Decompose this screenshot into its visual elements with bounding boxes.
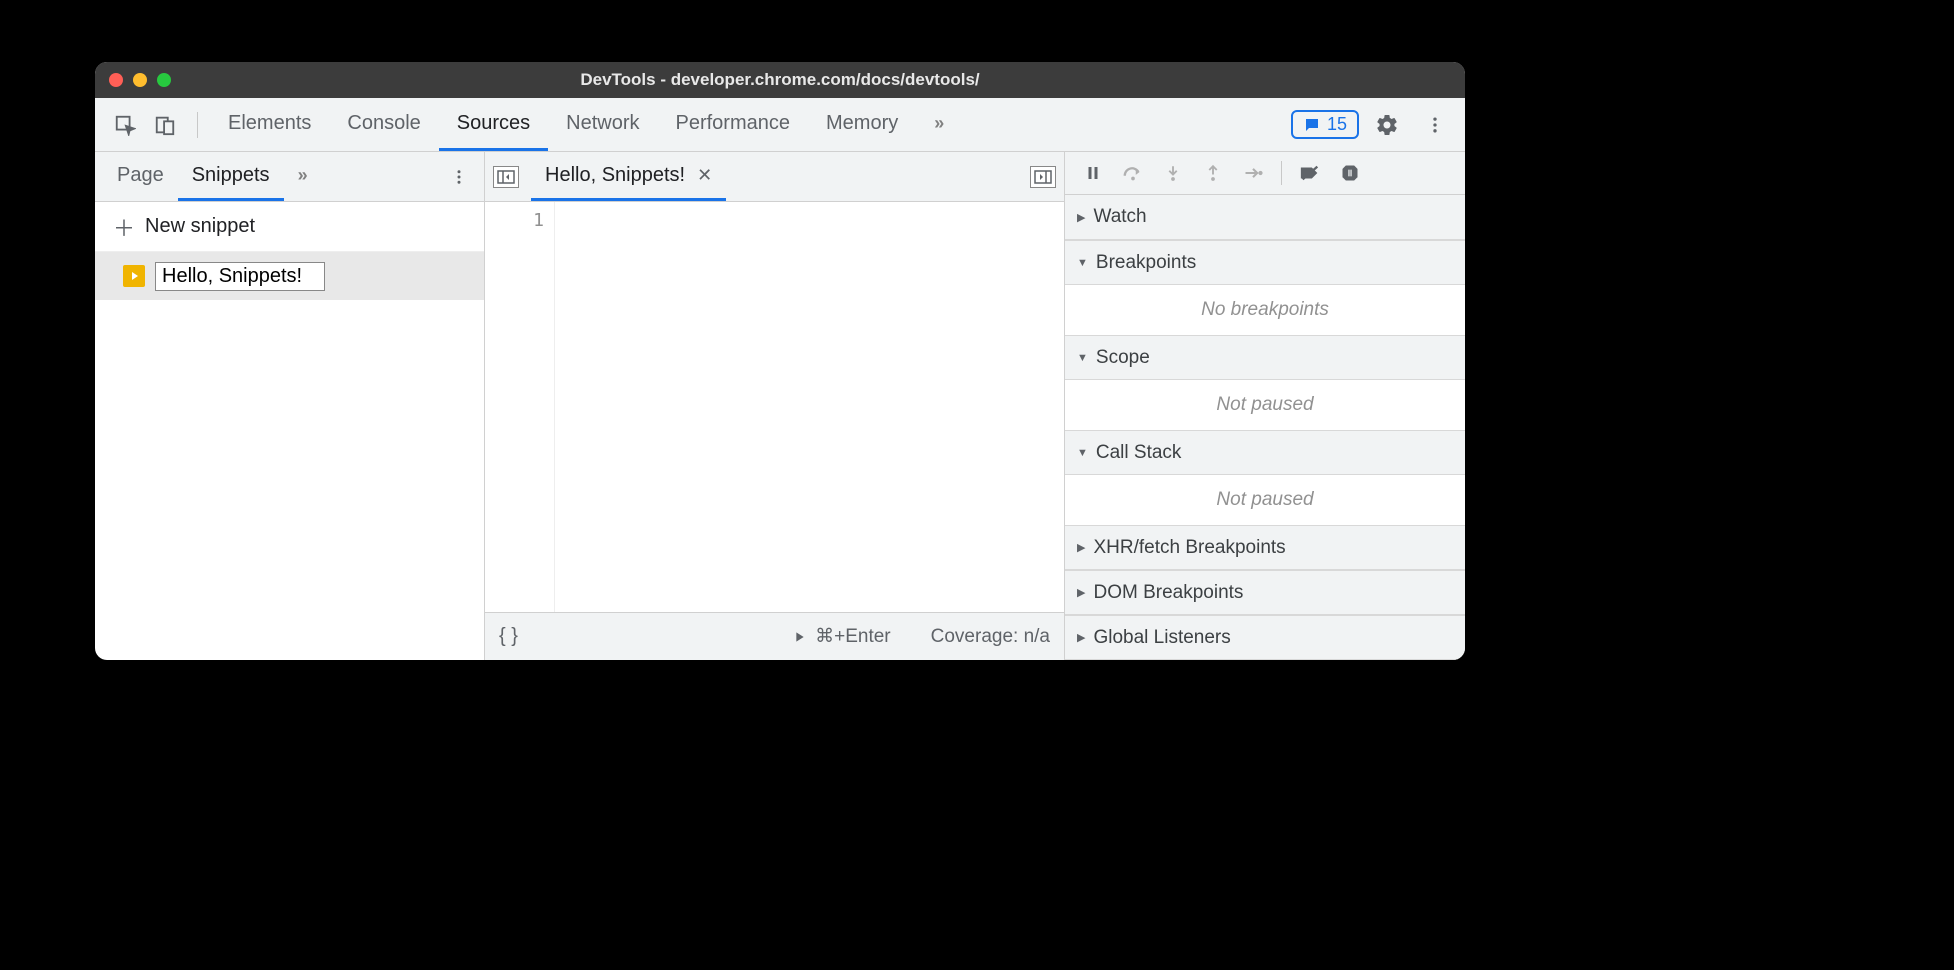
- tab-page[interactable]: Page: [103, 152, 178, 201]
- section-header-global-listeners[interactable]: ▶ Global Listeners: [1065, 615, 1465, 660]
- section-label: Global Listeners: [1093, 627, 1230, 649]
- tab-console[interactable]: Console: [329, 98, 438, 151]
- debugger-toolbar: [1065, 152, 1465, 195]
- editor-tab-title: Hello, Snippets!: [545, 164, 685, 187]
- snippet-file-icon: [123, 265, 145, 287]
- triangle-right-icon: ▶: [1077, 631, 1085, 644]
- separator: [1281, 161, 1282, 185]
- main-toolbar: Elements Console Sources Network Perform…: [95, 98, 1465, 152]
- snippet-list-item[interactable]: [95, 252, 484, 300]
- more-navigator-tabs-icon[interactable]: »: [284, 152, 319, 201]
- maximize-window-button[interactable]: [157, 73, 171, 87]
- panel-tabs: Elements Console Sources Network Perform…: [210, 98, 959, 151]
- window-title: DevTools - developer.chrome.com/docs/dev…: [95, 70, 1465, 90]
- run-shortcut-hint: ⌘+Enter: [815, 625, 891, 648]
- more-tabs-icon[interactable]: »: [916, 98, 959, 151]
- section-header-breakpoints[interactable]: ▼ Breakpoints: [1065, 240, 1465, 285]
- triangle-right-icon: ▶: [1077, 211, 1085, 224]
- line-gutter: 1: [485, 202, 555, 612]
- code-editor[interactable]: 1: [485, 202, 1064, 612]
- section-label: XHR/fetch Breakpoints: [1093, 537, 1285, 559]
- tab-sources[interactable]: Sources: [439, 98, 548, 151]
- navigator-kebab-icon[interactable]: [442, 164, 476, 190]
- debugger-pane: ▶ Watch ▼ Breakpoints No breakpoints ▼ Scope No…: [1065, 152, 1465, 660]
- editor-pane: Hello, Snippets! ✕ 1 { }: [485, 152, 1065, 660]
- window-controls: [109, 73, 171, 87]
- devtools-window: DevTools - developer.chrome.com/docs/dev…: [95, 62, 1465, 660]
- step-into-icon[interactable]: [1155, 158, 1191, 188]
- editor-tabbar: Hello, Snippets! ✕: [485, 152, 1064, 202]
- section-body: No breakpoints: [1065, 285, 1465, 335]
- section-label: Breakpoints: [1096, 252, 1196, 274]
- show-debugger-icon[interactable]: [1030, 166, 1056, 188]
- section-label: Scope: [1096, 347, 1150, 369]
- plus-icon: ＋: [113, 211, 135, 243]
- section-header-scope[interactable]: ▼ Scope: [1065, 335, 1465, 380]
- pretty-print-icon[interactable]: { }: [499, 625, 518, 648]
- tab-snippets[interactable]: Snippets: [178, 152, 284, 201]
- section-header-dom-breakpoints[interactable]: ▶ DOM Breakpoints: [1065, 570, 1465, 615]
- new-snippet-button[interactable]: ＋ New snippet: [95, 202, 484, 252]
- pause-icon[interactable]: [1075, 158, 1111, 188]
- titlebar: DevTools - developer.chrome.com/docs/dev…: [95, 62, 1465, 98]
- step-icon[interactable]: [1235, 158, 1271, 188]
- triangle-right-icon: ▶: [1077, 586, 1085, 599]
- section-body: Not paused: [1065, 475, 1465, 525]
- line-number: 1: [485, 210, 544, 231]
- editor-content[interactable]: [555, 202, 1064, 612]
- section-header-xhr-fetch-breakpoints[interactable]: ▶ XHR/fetch Breakpoints: [1065, 525, 1465, 570]
- device-toolbar-icon[interactable]: [149, 109, 181, 141]
- inspect-element-icon[interactable]: [109, 109, 141, 141]
- console-messages-badge[interactable]: 15: [1291, 110, 1359, 139]
- navigator-tabs: Page Snippets »: [95, 152, 484, 202]
- tab-network[interactable]: Network: [548, 98, 657, 151]
- kebab-menu-icon[interactable]: [1419, 109, 1451, 141]
- run-icon[interactable]: [791, 629, 807, 645]
- tab-memory[interactable]: Memory: [808, 98, 916, 151]
- navigator-pane: Page Snippets » ＋ New snippet: [95, 152, 485, 660]
- section-header-call-stack[interactable]: ▼ Call Stack: [1065, 430, 1465, 475]
- tab-elements[interactable]: Elements: [210, 98, 329, 151]
- minimize-window-button[interactable]: [133, 73, 147, 87]
- step-over-icon[interactable]: [1115, 158, 1151, 188]
- section-label: Call Stack: [1096, 442, 1182, 464]
- new-snippet-label: New snippet: [145, 215, 255, 238]
- triangle-down-icon: ▼: [1077, 352, 1088, 364]
- settings-icon[interactable]: [1371, 109, 1403, 141]
- close-window-button[interactable]: [109, 73, 123, 87]
- editor-file-tab[interactable]: Hello, Snippets! ✕: [531, 152, 726, 201]
- close-tab-icon[interactable]: ✕: [697, 165, 712, 186]
- deactivate-breakpoints-icon[interactable]: [1292, 158, 1328, 188]
- snippet-name-input[interactable]: [155, 262, 325, 291]
- coverage-status[interactable]: Coverage: n/a: [931, 626, 1050, 648]
- triangle-right-icon: ▶: [1077, 541, 1085, 554]
- message-count: 15: [1327, 114, 1347, 135]
- show-navigator-icon[interactable]: [493, 166, 519, 188]
- separator: [197, 112, 198, 138]
- section-body: Not paused: [1065, 380, 1465, 430]
- section-label: DOM Breakpoints: [1093, 582, 1243, 604]
- triangle-down-icon: ▼: [1077, 447, 1088, 459]
- tab-performance[interactable]: Performance: [658, 98, 809, 151]
- triangle-down-icon: ▼: [1077, 257, 1088, 269]
- section-label: Watch: [1093, 206, 1146, 228]
- editor-statusbar: { } ⌘+Enter Coverage: n/a: [485, 612, 1064, 660]
- step-out-icon[interactable]: [1195, 158, 1231, 188]
- section-header-watch[interactable]: ▶ Watch: [1065, 195, 1465, 240]
- pause-on-exceptions-icon[interactable]: [1332, 158, 1368, 188]
